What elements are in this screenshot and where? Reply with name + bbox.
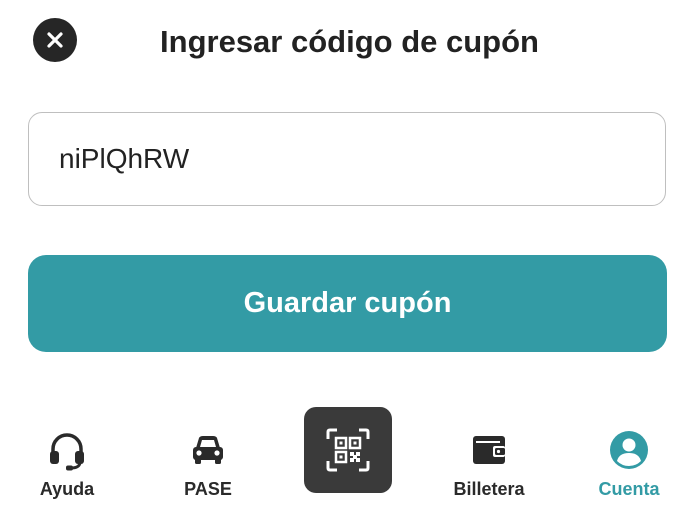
nav-item-pase[interactable]: PASE [148, 420, 268, 510]
nav-item-cuenta[interactable]: Cuenta [569, 420, 689, 510]
wallet-icon [429, 426, 549, 474]
coupon-code-input[interactable] [59, 143, 639, 175]
page-title: Ingresar código de cupón [160, 24, 539, 59]
qr-scan-button[interactable] [304, 407, 392, 493]
account-icon [569, 426, 689, 474]
coupon-code-field[interactable] [28, 112, 666, 206]
bottom-nav: Ayuda PASE Billetera Cuenta [0, 400, 699, 514]
nav-label-ayuda: Ayuda [39, 479, 95, 499]
nav-item-billetera[interactable]: Billetera [429, 420, 549, 510]
nav-label-cuenta: Cuenta [598, 479, 660, 499]
qr-scan-icon [326, 428, 370, 472]
save-coupon-button[interactable]: Guardar cupón [28, 255, 667, 352]
headset-icon [7, 426, 127, 474]
nav-item-ayuda[interactable]: Ayuda [7, 420, 127, 510]
nav-label-billetera: Billetera [453, 479, 525, 499]
save-coupon-label: Guardar cupón [243, 287, 452, 319]
nav-label-pase: PASE [184, 479, 232, 499]
car-icon [148, 426, 268, 474]
